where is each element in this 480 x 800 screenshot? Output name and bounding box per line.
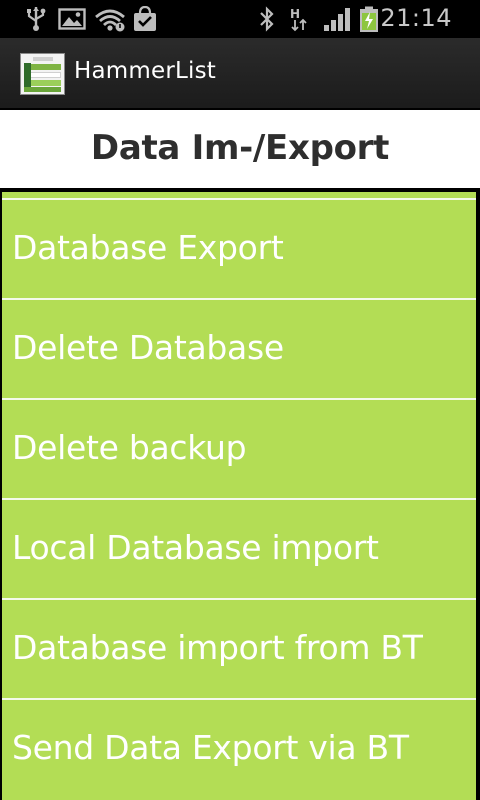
menu-item-database-import-from-bt[interactable]: Database import from BT [2,600,476,698]
hammerlist-app-icon[interactable] [20,53,65,95]
page-title: Data Im-/Export [90,128,390,168]
menu-item-label: Delete backup [12,428,247,467]
bluetooth-icon [260,6,274,32]
menu-item-delete-database[interactable]: Delete Database [2,300,476,398]
status-bar: H 21:14 [0,0,480,38]
menu-item-label: Delete Database [12,328,284,367]
svg-text:H: H [290,7,300,21]
bag-icon [134,6,156,31]
hspa-icon: H [290,7,307,32]
status-time: 21:14 [380,4,452,32]
signal-icon [324,8,350,31]
menu-item-delete-backup[interactable]: Delete backup [2,400,476,498]
list-frame: Database Export Delete Database Delete b… [0,188,480,800]
app-title: HammerList [74,58,217,84]
heading-band: Data Im-/Export [0,110,480,188]
menu-list[interactable]: Database Export Delete Database Delete b… [2,192,476,800]
battery-charging-icon [360,6,378,32]
menu-item-label: Database import from BT [12,628,423,667]
image-icon [58,8,86,30]
menu-item-label: Send Data Export via BT [12,728,409,767]
menu-item-database-export[interactable]: Database Export [2,200,476,298]
menu-item-local-database-import[interactable]: Local Database import [2,500,476,598]
wifi-icon [95,9,125,32]
menu-item-label: Database Export [12,228,284,267]
usb-icon [27,7,46,31]
menu-item-send-data-export-via-bt[interactable]: Send Data Export via BT [2,700,476,798]
menu-item-label: Local Database import [12,528,379,567]
action-bar: HammerList [0,38,480,110]
